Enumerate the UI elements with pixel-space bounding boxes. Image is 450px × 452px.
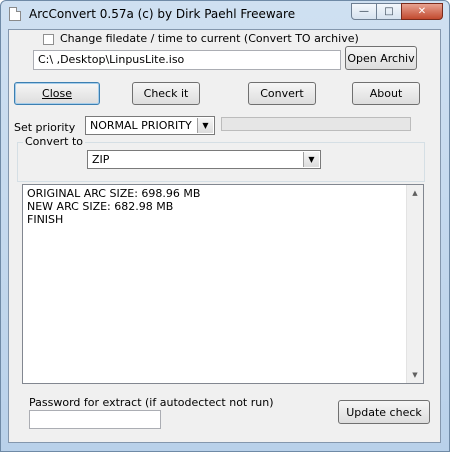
close-button-label: Close bbox=[42, 87, 72, 100]
password-label: Password for extract (if autodectect not… bbox=[29, 396, 274, 409]
priority-progress-bar bbox=[221, 117, 411, 131]
window-controls: — □ ✕ bbox=[351, 3, 443, 20]
log-lines: ORIGINAL ARC SIZE: 698.96 MB NEW ARC SIZ… bbox=[27, 187, 200, 226]
log-line: ORIGINAL ARC SIZE: 698.96 MB bbox=[27, 187, 201, 200]
client-area: Change filedate / time to current (Conve… bbox=[8, 29, 441, 443]
close-button[interactable]: Close bbox=[14, 82, 100, 105]
maximize-icon: □ bbox=[384, 6, 394, 17]
priority-label: Set priority bbox=[14, 121, 76, 134]
scroll-up-arrow-icon[interactable]: ▲ bbox=[407, 185, 423, 201]
maximize-button[interactable]: □ bbox=[376, 3, 402, 20]
convert-button[interactable]: Convert bbox=[248, 82, 316, 105]
convert-format-value: ZIP bbox=[92, 153, 110, 166]
app-document-icon[interactable] bbox=[9, 7, 21, 21]
log-line: FINISH bbox=[27, 213, 64, 226]
log-line: NEW ARC SIZE: 682.98 MB bbox=[27, 200, 174, 213]
open-archive-button[interactable]: Open Archiv bbox=[345, 46, 417, 70]
change-filedate-label[interactable]: Change filedate / time to current (Conve… bbox=[60, 32, 359, 45]
convert-format-dropdown-arrow-icon[interactable]: ▼ bbox=[303, 152, 319, 167]
check-it-button[interactable]: Check it bbox=[132, 82, 200, 105]
minimize-button[interactable]: — bbox=[351, 3, 377, 20]
about-button[interactable]: About bbox=[352, 82, 420, 105]
priority-dropdown-arrow-icon[interactable]: ▼ bbox=[197, 118, 213, 133]
password-input[interactable] bbox=[29, 410, 161, 429]
priority-select[interactable]: NORMAL PRIORITY ▼ bbox=[85, 116, 215, 135]
priority-value: NORMAL PRIORITY bbox=[90, 119, 192, 132]
log-vertical-scrollbar[interactable]: ▲ ▼ bbox=[406, 185, 423, 383]
archive-path-input[interactable]: C:\ ,Desktop\LinpusLite.iso bbox=[33, 50, 341, 70]
title-bar[interactable]: ArcConvert 0.57a (c) by Dirk Paehl Freew… bbox=[1, 1, 449, 29]
close-window-button[interactable]: ✕ bbox=[401, 3, 443, 20]
close-icon: ✕ bbox=[417, 6, 427, 17]
window-title: ArcConvert 0.57a (c) by Dirk Paehl Freew… bbox=[29, 7, 296, 21]
minimize-icon: — bbox=[359, 6, 369, 17]
update-check-button[interactable]: Update check bbox=[338, 400, 430, 424]
convert-to-label: Convert to bbox=[23, 135, 86, 148]
convert-format-select[interactable]: ZIP ▼ bbox=[87, 150, 321, 169]
change-filedate-checkbox[interactable] bbox=[43, 34, 54, 45]
scroll-down-arrow-icon[interactable]: ▼ bbox=[407, 367, 423, 383]
app-window: ArcConvert 0.57a (c) by Dirk Paehl Freew… bbox=[0, 0, 450, 452]
log-output-area[interactable]: ORIGINAL ARC SIZE: 698.96 MB NEW ARC SIZ… bbox=[22, 184, 424, 384]
